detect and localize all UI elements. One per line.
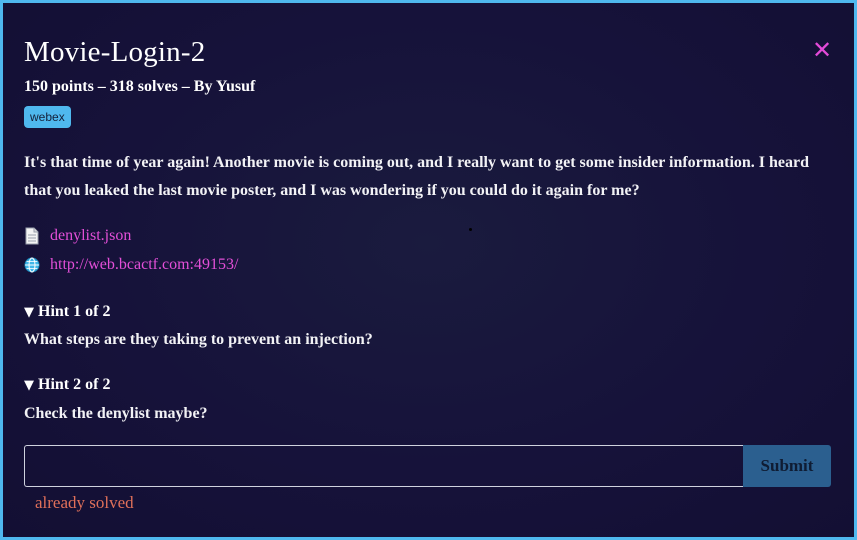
category-tag: webex	[24, 106, 71, 128]
submit-button[interactable]: Submit	[743, 445, 831, 487]
challenge-modal: Movie-Login-2 ✕ 150 points – 318 solves …	[0, 0, 857, 540]
file-item-denylist: denylist.json	[24, 227, 131, 245]
flag-input[interactable]	[24, 445, 743, 487]
cursor-dot	[469, 228, 472, 231]
close-icon[interactable]: ✕	[811, 38, 833, 62]
solve-status: already solved	[35, 493, 134, 512]
hint-2-title: Hint 2 of 2	[38, 376, 111, 393]
hint-2-toggle[interactable]: ▼ Hint 2 of 2	[24, 376, 110, 394]
challenge-title: Movie-Login-2	[24, 36, 206, 68]
hint-1-title: Hint 1 of 2	[38, 303, 111, 320]
hint-1-toggle[interactable]: ▼ Hint 1 of 2	[24, 303, 110, 321]
document-icon	[24, 227, 40, 245]
triangle-down-icon: ▼	[24, 305, 34, 320]
denylist-file-link[interactable]: denylist.json	[50, 227, 131, 245]
file-item-url: http://web.bcactf.com:49153/	[24, 256, 238, 274]
globe-icon	[24, 256, 40, 274]
hint-1-body: What steps are they taking to prevent an…	[24, 331, 373, 348]
triangle-down-icon: ▼	[24, 378, 34, 393]
challenge-url-link[interactable]: http://web.bcactf.com:49153/	[50, 256, 238, 274]
challenge-meta: 150 points – 318 solves – By Yusuf	[24, 78, 256, 95]
challenge-description: It's that time of year again! Another mo…	[24, 154, 810, 199]
hint-2-body: Check the denylist maybe?	[24, 405, 208, 422]
